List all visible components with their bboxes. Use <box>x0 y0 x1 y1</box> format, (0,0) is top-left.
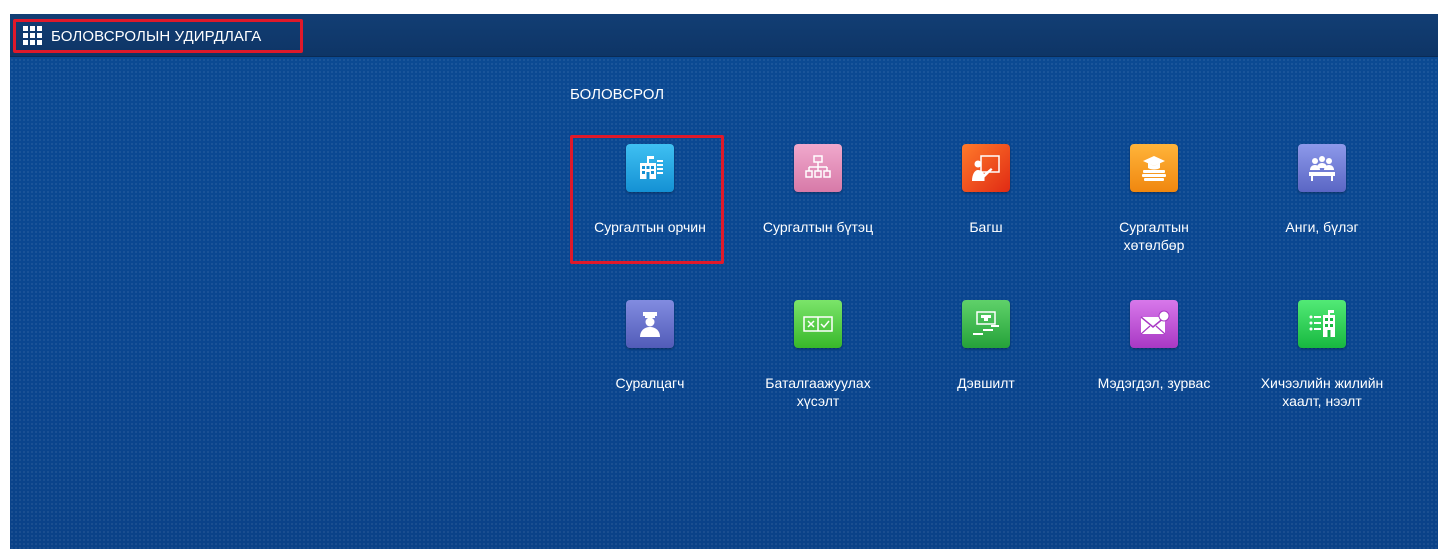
module-grid: Сургалтын орчин Сургалтын бүтэц Багш Сур… <box>570 135 1410 448</box>
app-menu-button[interactable]: БОЛОВСРОЛЫН УДИРДЛАГА <box>13 19 303 53</box>
tile-label: Сургалтын бүтэц <box>762 219 874 235</box>
section-title: БОЛОВСРОЛ <box>570 86 665 103</box>
tile-label: Суралцагч <box>615 375 685 391</box>
school-year-list-icon <box>1298 300 1346 348</box>
tile-notification-message[interactable]: Мэдэгдэл, зурвас <box>1074 292 1234 448</box>
message-envelope-icon <box>1130 300 1178 348</box>
tile-label: Дэвшилт <box>957 375 1015 391</box>
tile-training-environment[interactable]: Сургалтын орчин <box>570 135 730 292</box>
graduation-books-icon <box>1130 144 1178 192</box>
tile-label: Мэдэгдэл, зурвас <box>1097 375 1211 391</box>
tile-curriculum[interactable]: Сургалтын хөтөлбөр <box>1074 136 1234 292</box>
tile-label: Сургалтын хөтөлбөр <box>1119 219 1189 253</box>
app-grid-icon <box>23 26 43 46</box>
app-window: БОЛОВСРОЛЫН УДИРДЛАГА БОЛОВСРОЛ Сургалты… <box>10 14 1438 549</box>
tile-class-group[interactable]: Анги, бүлэг <box>1242 136 1402 292</box>
tile-teacher[interactable]: Багш <box>906 136 1066 292</box>
approval-checkbox-icon <box>794 300 842 348</box>
teacher-board-icon <box>962 144 1010 192</box>
tile-label: Багш <box>969 219 1003 235</box>
top-bar: БОЛОВСРОЛЫН УДИРДЛАГА <box>10 14 1438 57</box>
tile-label: Анги, бүлэг <box>1285 219 1359 235</box>
tile-label: Баталгаажуулах хүсэлт <box>765 375 871 409</box>
tile-label: Сургалтын орчин <box>594 219 706 235</box>
group-class-icon <box>1298 144 1346 192</box>
app-title: БОЛОВСРОЛЫН УДИРДЛАГА <box>51 27 262 45</box>
school-building-icon <box>626 144 674 192</box>
tile-training-structure[interactable]: Сургалтын бүтэц <box>738 136 898 292</box>
student-graduate-icon <box>626 300 674 348</box>
tile-promotion[interactable]: Дэвшилт <box>906 292 1066 448</box>
tile-student[interactable]: Суралцагч <box>570 292 730 448</box>
progress-steps-icon <box>962 300 1010 348</box>
org-structure-icon <box>794 144 842 192</box>
tile-school-year-closing[interactable]: Хичээлийн жилийн хаалт, нээлт <box>1242 292 1402 448</box>
tile-label: Хичээлийн жилийн хаалт, нээлт <box>1260 375 1384 409</box>
tile-approval-request[interactable]: Баталгаажуулах хүсэлт <box>738 292 898 448</box>
